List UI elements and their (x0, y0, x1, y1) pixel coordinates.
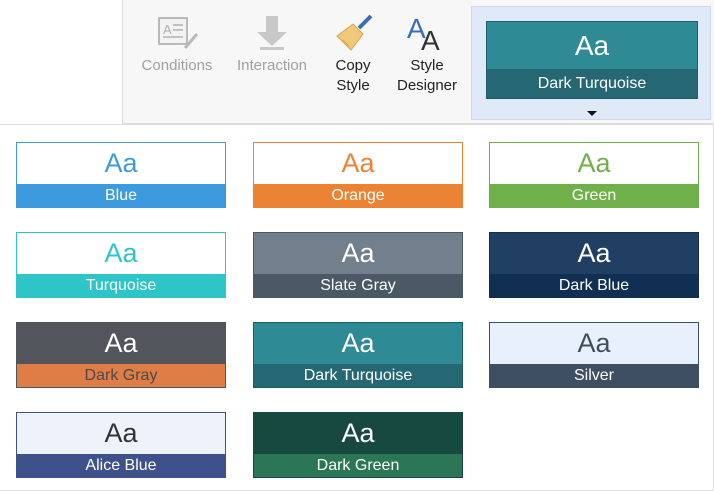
style-swatch-sample: Aa (254, 323, 462, 364)
style-swatch[interactable]: Aa Dark Green (253, 412, 463, 478)
copy-style-label-line1: Copy (335, 57, 371, 74)
copy-style-label-line2: Style (336, 77, 370, 94)
current-style-sample: Aa (487, 22, 697, 69)
interaction-button[interactable]: Interaction (229, 8, 315, 76)
current-style-dropdown[interactable]: Aa Dark Turquoise (471, 6, 711, 120)
style-swatch-name: Dark Blue (490, 274, 698, 297)
style-swatch-name: Dark Gray (17, 364, 225, 387)
current-style-name: Dark Turquoise (487, 69, 697, 98)
style-swatch-name: Dark Green (254, 454, 462, 477)
style-swatch-sample: Aa (490, 143, 698, 184)
style-swatch[interactable]: Aa Slate Gray (253, 232, 463, 298)
style-ribbon: A Conditions Interaction Copy Style A A … (122, 0, 714, 124)
style-swatch[interactable]: Aa Dark Blue (489, 232, 699, 298)
style-gallery: Aa Blue Aa Orange Aa Green Aa Turquoise Aa Slate … (0, 124, 714, 491)
style-swatch-sample: Aa (490, 233, 698, 274)
style-swatch[interactable]: Aa Turquoise (16, 232, 226, 298)
style-swatch-name: Silver (490, 364, 698, 387)
style-swatch-sample: Aa (254, 233, 462, 274)
paintbrush-icon (323, 8, 383, 56)
style-swatch[interactable]: Aa Orange (253, 142, 463, 208)
style-swatch-name: Slate Gray (254, 274, 462, 297)
interaction-label: Interaction (236, 57, 308, 74)
dropdown-caret-icon[interactable] (587, 111, 597, 116)
style-swatch-name: Alice Blue (17, 454, 225, 477)
style-swatch-sample: Aa (17, 233, 225, 274)
style-swatch-name: Turquoise (17, 274, 225, 297)
style-swatch[interactable]: Aa Dark Gray (16, 322, 226, 388)
style-designer-label-line2: Designer (396, 77, 458, 94)
conditions-label: Conditions (141, 57, 213, 74)
style-swatch[interactable]: Aa Blue (16, 142, 226, 208)
conditions-button[interactable]: A Conditions (133, 8, 221, 76)
style-swatch-name: Green (490, 184, 698, 207)
style-swatch[interactable]: Aa Dark Turquoise (253, 322, 463, 388)
style-swatch[interactable]: Aa Silver (489, 322, 699, 388)
svg-text:A: A (163, 22, 172, 37)
style-designer-label-line1: Style (410, 57, 444, 74)
style-swatch-sample: Aa (490, 323, 698, 364)
style-swatch-name: Dark Turquoise (254, 364, 462, 387)
current-style-swatch[interactable]: Aa Dark Turquoise (486, 21, 698, 99)
style-swatch-sample: Aa (17, 323, 225, 364)
style-swatch[interactable]: Aa Alice Blue (16, 412, 226, 478)
copy-style-button[interactable]: Copy Style (323, 8, 383, 96)
style-swatch[interactable]: Aa Green (489, 142, 699, 208)
style-designer-button[interactable]: A A Style Designer (389, 8, 465, 96)
style-swatch-sample: Aa (17, 143, 225, 184)
style-swatch-name: Blue (17, 184, 225, 207)
conditions-icon: A (133, 8, 221, 56)
style-designer-icon: A A (389, 8, 465, 56)
arrow-down-icon (229, 8, 315, 56)
style-swatch-sample: Aa (17, 413, 225, 454)
style-swatch-sample: Aa (254, 413, 462, 454)
svg-text:A: A (421, 25, 440, 54)
style-swatch-sample: Aa (254, 143, 462, 184)
style-swatch-name: Orange (254, 184, 462, 207)
